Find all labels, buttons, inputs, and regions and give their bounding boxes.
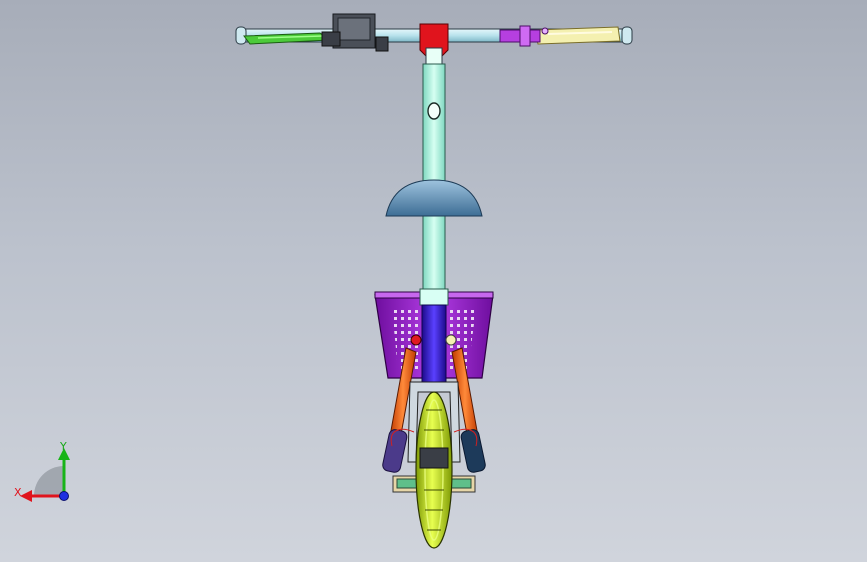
orientation-triad[interactable]: Y X bbox=[12, 440, 76, 510]
steering-stem[interactable] bbox=[422, 63, 446, 293]
z-axis-dot bbox=[59, 491, 69, 501]
x-axis-label: X bbox=[14, 486, 22, 499]
triad-base-quadrant bbox=[34, 466, 64, 496]
wheel-hub bbox=[419, 447, 449, 469]
head-clamp[interactable] bbox=[419, 23, 449, 67]
stem-hole bbox=[427, 102, 441, 120]
model-viewport[interactable] bbox=[0, 0, 867, 562]
right-bar-end bbox=[621, 26, 633, 45]
front-fender[interactable] bbox=[385, 179, 483, 217]
front-wheel[interactable] bbox=[415, 391, 453, 549]
y-axis-label: Y bbox=[59, 440, 67, 453]
